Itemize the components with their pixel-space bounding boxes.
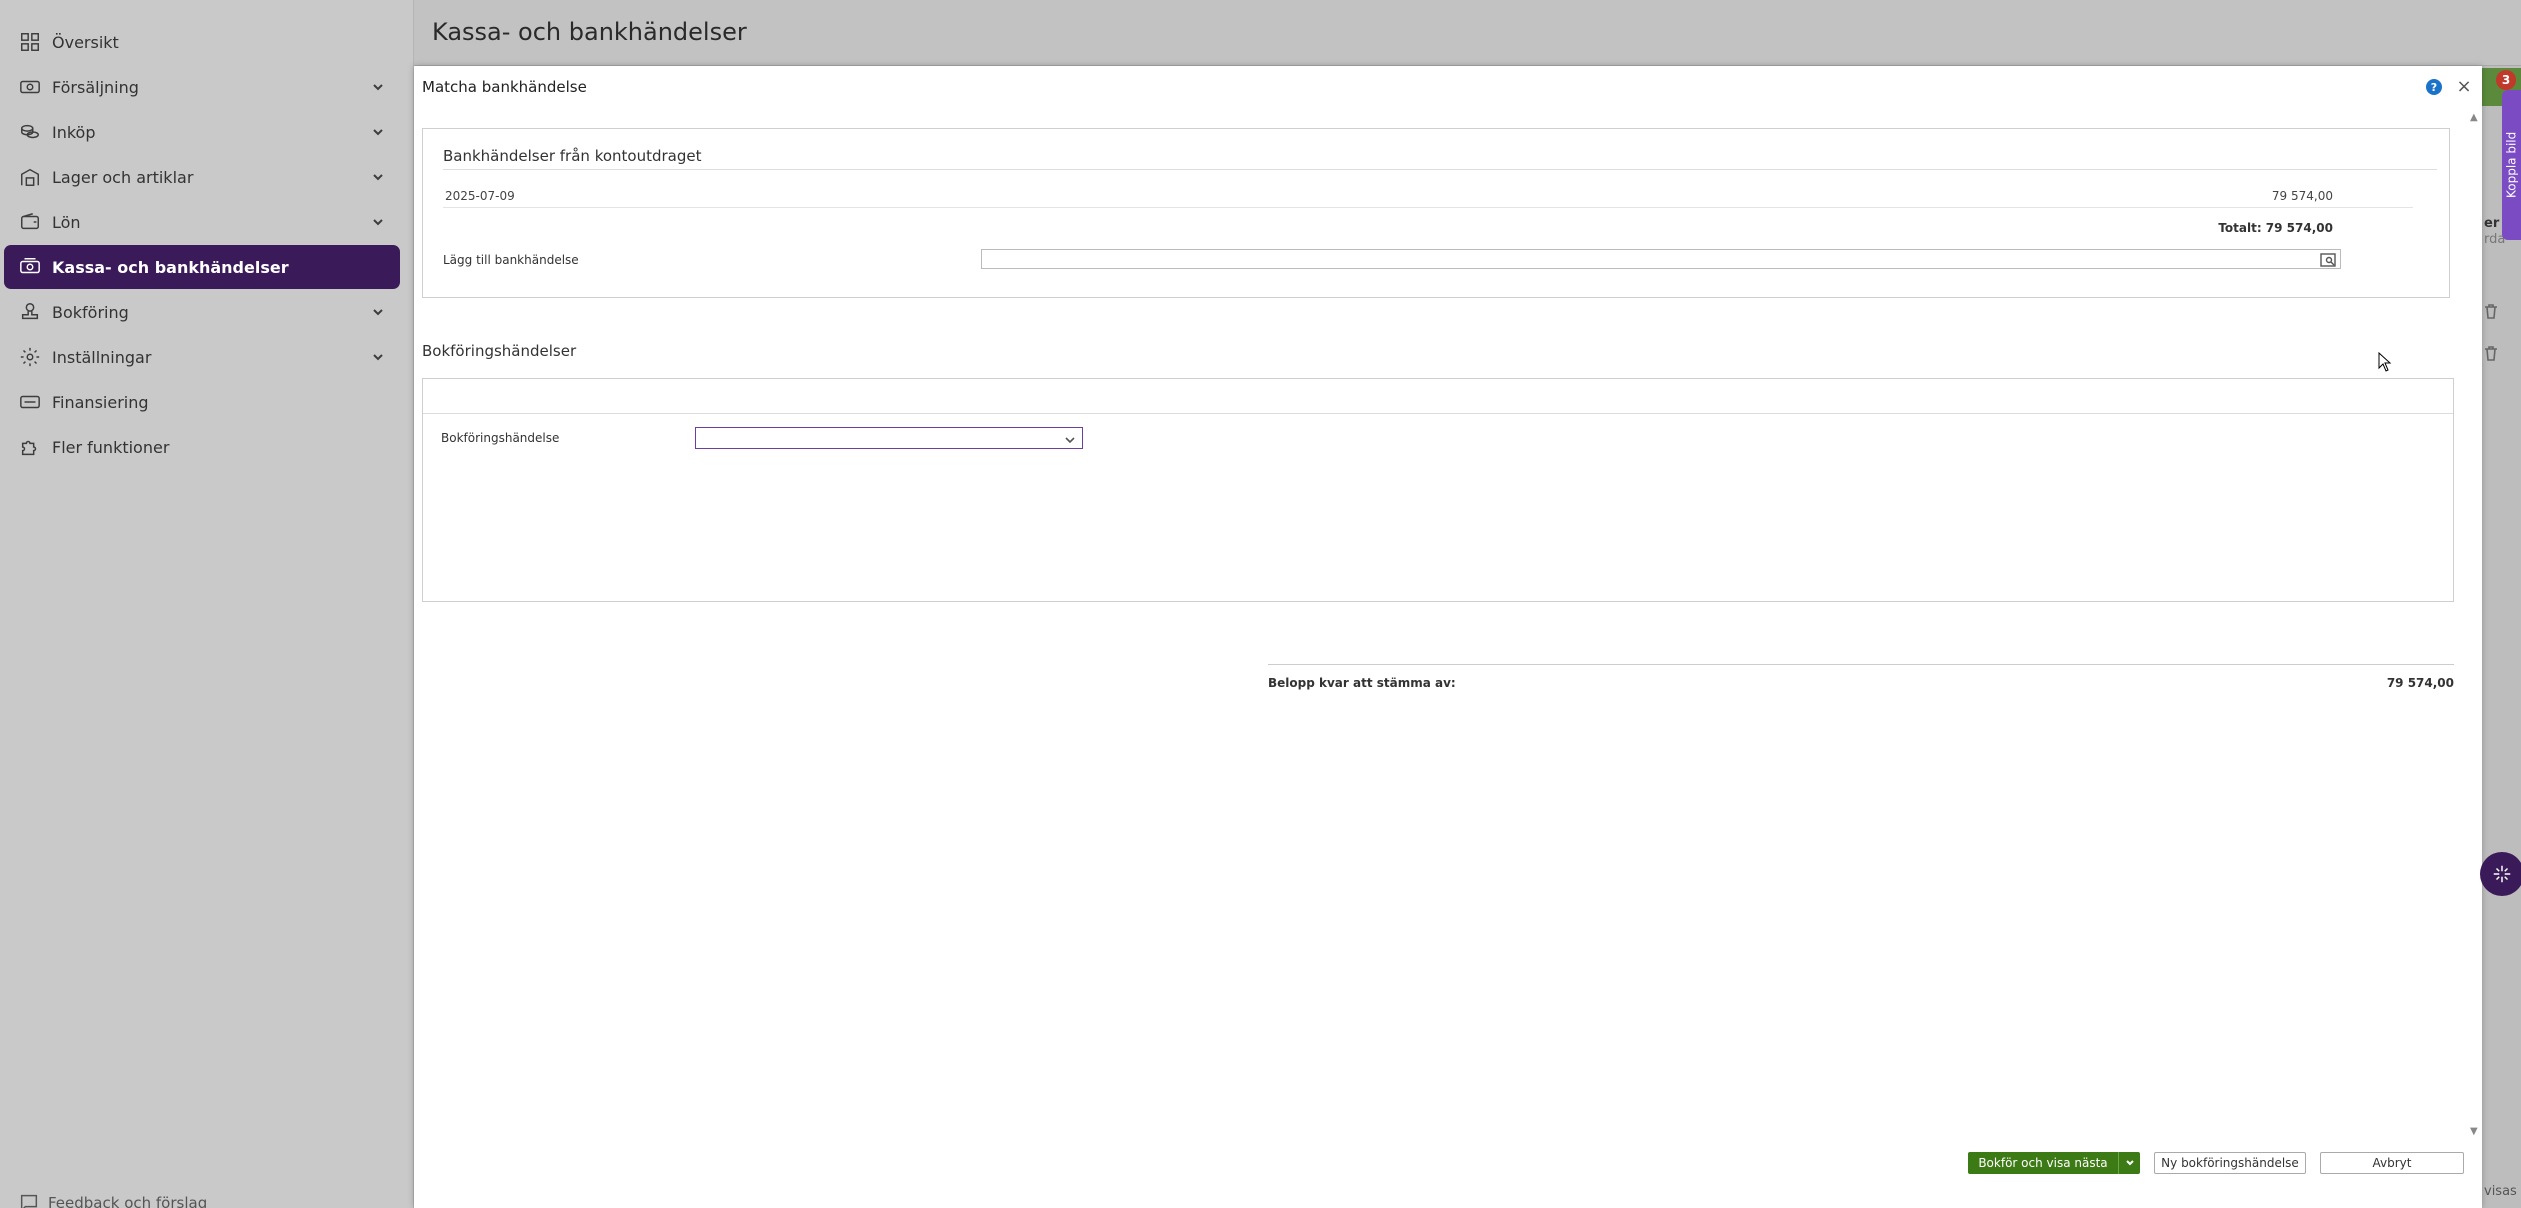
sidebar-item-label: Översikt bbox=[52, 32, 119, 52]
sidebar-item-finansiering[interactable]: Finansiering bbox=[4, 380, 400, 424]
sidebar-item-label: Inköp bbox=[52, 122, 96, 142]
coins-icon bbox=[18, 120, 42, 144]
booking-event-label: Bokföringshändelse bbox=[441, 431, 560, 445]
feedback-label: Feedback och förslag bbox=[48, 1194, 208, 1208]
book-and-next-button[interactable]: Bokför och visa nästa bbox=[1968, 1152, 2140, 1174]
puzzle-icon bbox=[18, 435, 42, 459]
sidebar-item-lager[interactable]: Lager och artiklar bbox=[4, 155, 400, 199]
transaction-date: 2025-07-09 bbox=[445, 189, 515, 203]
search-list-icon[interactable] bbox=[2320, 252, 2336, 267]
booking-events-header bbox=[423, 379, 2453, 414]
chevron-down-icon[interactable] bbox=[364, 120, 392, 144]
divider bbox=[1268, 664, 2454, 665]
warehouse-icon bbox=[18, 165, 42, 189]
book-and-next-label: Bokför och visa nästa bbox=[1978, 1156, 2108, 1170]
chevron-down-icon[interactable] bbox=[364, 300, 392, 324]
transaction-amount: 79 574,00 bbox=[2271, 189, 2333, 203]
chevron-down-icon[interactable] bbox=[364, 210, 392, 234]
bank-transactions-heading: Bankhändelser från kontoutdraget bbox=[443, 147, 702, 165]
close-icon[interactable]: × bbox=[2454, 76, 2474, 97]
divider bbox=[443, 207, 2413, 208]
balance-value: 79 574,00 bbox=[2386, 676, 2454, 690]
sidebar-item-label: Bokföring bbox=[52, 302, 129, 322]
page-header: Kassa- och bankhändelser bbox=[414, 0, 2521, 66]
trash-icon[interactable] bbox=[2482, 302, 2504, 324]
money-icon bbox=[18, 75, 42, 99]
chevron-down-icon[interactable] bbox=[2118, 1152, 2140, 1174]
page-title: Kassa- och bankhändelser bbox=[432, 18, 747, 46]
trash-icon[interactable] bbox=[2482, 344, 2504, 366]
balance-label: Belopp kvar att stämma av: bbox=[1268, 676, 1456, 690]
add-transaction-label: Lägg till bankhändelse bbox=[443, 253, 579, 267]
sidebar-item-label: Fler funktioner bbox=[52, 437, 170, 457]
background-text: visas bbox=[2484, 1184, 2517, 1199]
sidebar-item-bokforing[interactable]: Bokföring bbox=[4, 290, 400, 334]
scroll-down-arrow[interactable]: ▼ bbox=[2470, 1126, 2478, 1137]
sidebar-item-label: Finansiering bbox=[52, 392, 149, 412]
transactions-total: Totalt: 79 574,00 bbox=[2218, 221, 2333, 235]
sidebar-item-installningar[interactable]: Inställningar bbox=[4, 335, 400, 379]
sidebar-item-label: Försäljning bbox=[52, 77, 139, 97]
booking-event-select[interactable] bbox=[695, 427, 1083, 449]
feedback-link[interactable]: Feedback och förslag bbox=[18, 1192, 207, 1208]
wallet-icon bbox=[18, 210, 42, 234]
add-transaction-input[interactable] bbox=[981, 249, 2341, 269]
sidebar-item-label: Kassa- och bankhändelser bbox=[52, 257, 289, 277]
mouse-cursor-icon bbox=[2378, 352, 2392, 372]
booking-events-panel: Bokföringshändelse bbox=[422, 378, 2454, 602]
chevron-down-icon[interactable] bbox=[364, 165, 392, 189]
chevron-down-icon bbox=[1064, 431, 1078, 445]
bank-icon bbox=[18, 255, 42, 279]
gear-icon bbox=[18, 345, 42, 369]
assistant-button[interactable] bbox=[2480, 852, 2521, 896]
cancel-button[interactable]: Avbryt bbox=[2320, 1152, 2464, 1174]
new-booking-event-button[interactable]: Ny bokföringshändelse bbox=[2154, 1152, 2306, 1174]
sidebar-item-fler-funktioner[interactable]: Fler funktioner bbox=[4, 425, 400, 469]
chevron-down-icon[interactable] bbox=[364, 75, 392, 99]
sparkle-icon bbox=[2493, 865, 2511, 883]
sidebar: Översikt Försäljning Inköp Lager och art… bbox=[0, 0, 414, 1208]
chevron-down-icon[interactable] bbox=[364, 345, 392, 369]
sidebar-item-label: Inställningar bbox=[52, 347, 152, 367]
dialog-title: Matcha bankhändelse bbox=[422, 78, 587, 96]
sidebar-item-inkop[interactable]: Inköp bbox=[4, 110, 400, 154]
sidebar-item-label: Lager och artiklar bbox=[52, 167, 194, 187]
sidebar-item-label: Lön bbox=[52, 212, 81, 232]
help-icon[interactable]: ? bbox=[2426, 79, 2442, 95]
background-text: er bbox=[2484, 216, 2500, 231]
sidebar-item-kassa[interactable]: Kassa- och bankhändelser bbox=[4, 245, 400, 289]
koppla-bild-tab[interactable]: Koppla bild bbox=[2502, 90, 2521, 240]
sidebar-item-forsaljning[interactable]: Försäljning bbox=[4, 65, 400, 109]
finance-icon bbox=[18, 390, 42, 414]
bank-transactions-panel: Bankhändelser från kontoutdraget 2025-07… bbox=[422, 128, 2450, 298]
divider bbox=[443, 169, 2437, 170]
stamp-icon bbox=[18, 300, 42, 324]
sidebar-item-lon[interactable]: Lön bbox=[4, 200, 400, 244]
notification-badge[interactable]: 3 bbox=[2496, 70, 2516, 90]
scroll-up-arrow[interactable]: ▲ bbox=[2470, 112, 2478, 123]
match-bank-transaction-dialog: Matcha bankhändelse ? × ▲ ▼ Bankhändelse… bbox=[414, 66, 2482, 1208]
booking-events-title: Bokföringshändelser bbox=[422, 342, 577, 360]
sidebar-item-oversikt[interactable]: Översikt bbox=[4, 20, 400, 64]
grid-icon bbox=[18, 30, 42, 54]
feedback-icon bbox=[20, 1194, 38, 1208]
